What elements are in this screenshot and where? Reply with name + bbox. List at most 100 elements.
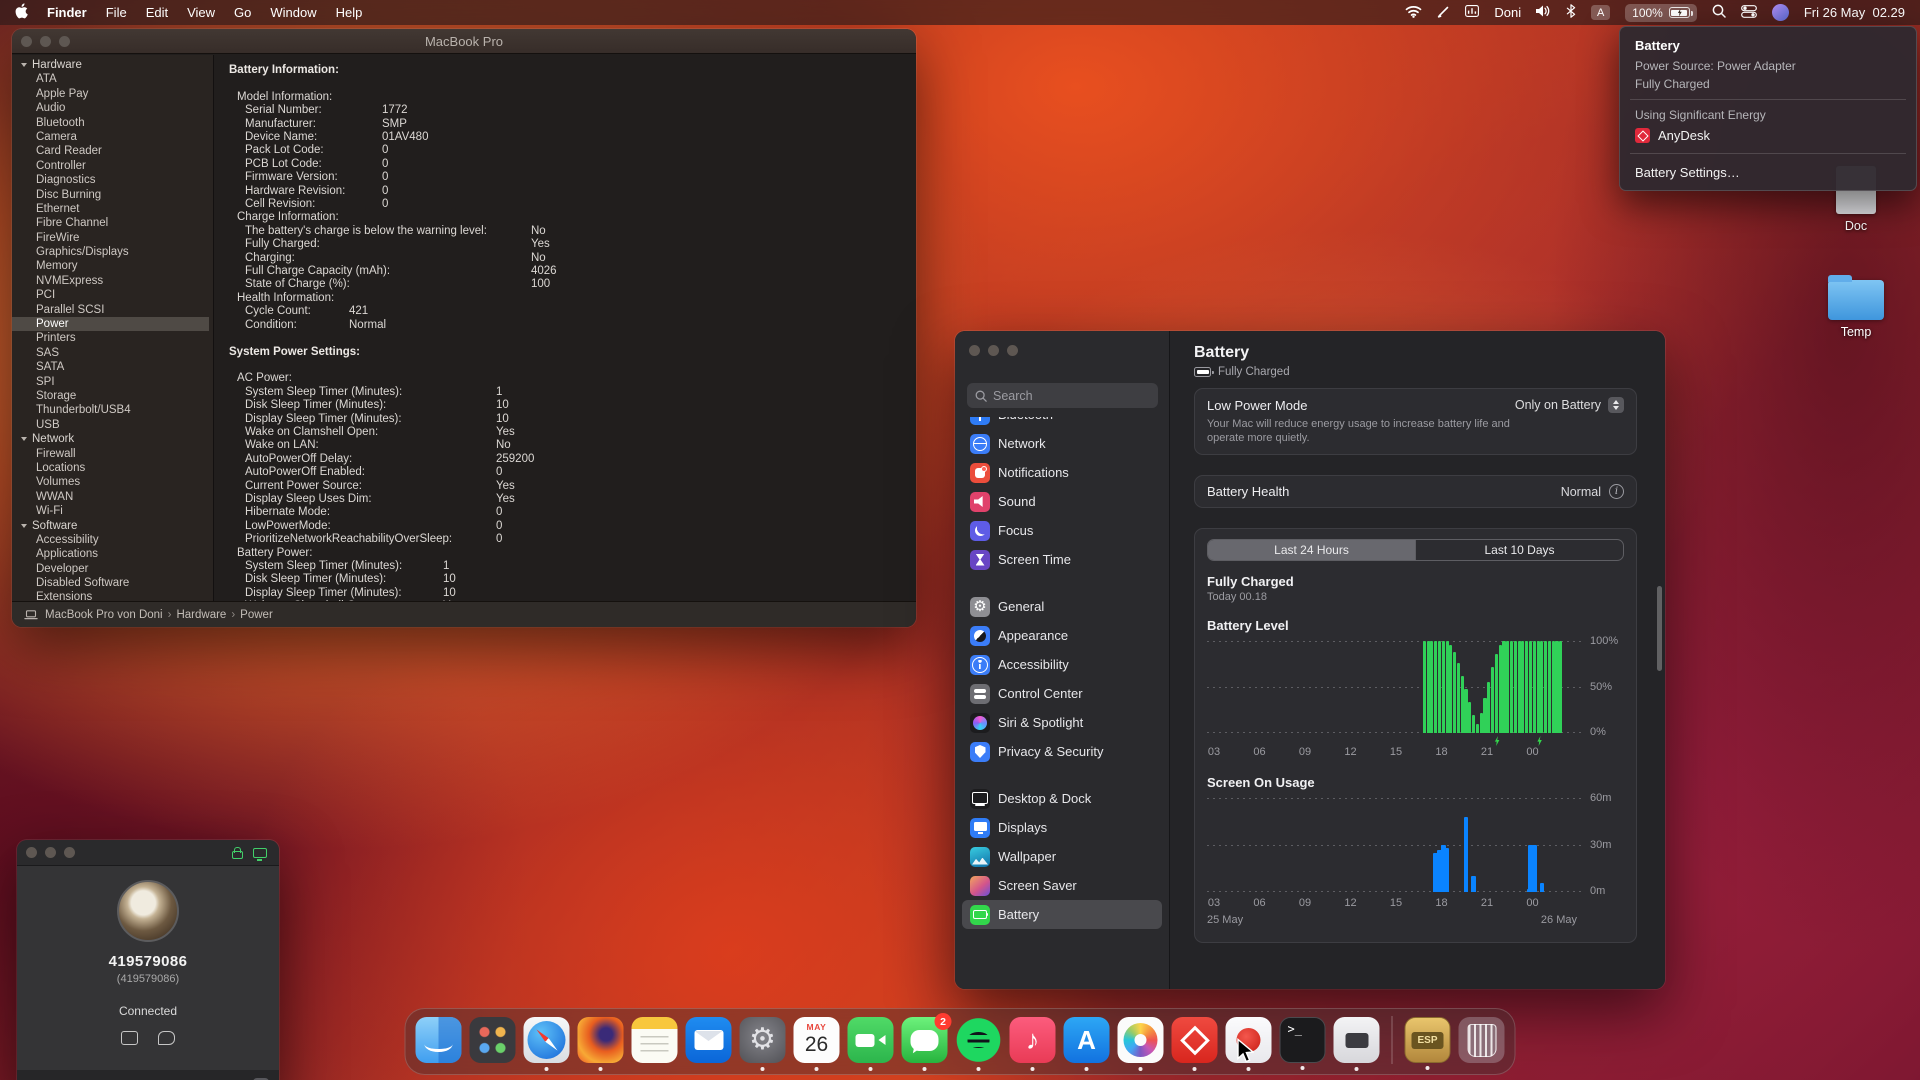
settings-item-displays[interactable]: Displays	[962, 813, 1162, 842]
menu-item-anydesk[interactable]: AnyDesk	[1620, 124, 1916, 147]
settings-item-appearance[interactable]: Appearance	[962, 621, 1162, 650]
settings-item-siri-spotlight[interactable]: Siri & Spotlight	[962, 708, 1162, 737]
settings-item-bluetooth[interactable]: Bluetooth	[962, 417, 1162, 429]
zoom-button[interactable]	[64, 847, 75, 858]
pen-icon[interactable]	[1437, 5, 1450, 21]
stats-icon[interactable]	[1465, 5, 1480, 20]
close-button[interactable]	[969, 345, 980, 356]
user-switcher[interactable]: Doni	[1494, 5, 1521, 20]
sysinfo-group-network[interactable]: Network	[12, 432, 209, 446]
sysinfo-item-volumes[interactable]: Volumes	[12, 475, 209, 489]
dock-photos[interactable]	[1117, 1017, 1164, 1071]
settings-item-wallpaper[interactable]: Wallpaper	[962, 842, 1162, 871]
menu-go[interactable]: Go	[234, 5, 251, 20]
dock-system-settings[interactable]	[739, 1017, 786, 1071]
settings-item-screen-saver[interactable]: Screen Saver	[962, 871, 1162, 900]
disclosure-triangle-icon[interactable]	[21, 437, 27, 442]
sysinfo-item-firewall[interactable]: Firewall	[12, 447, 209, 461]
dock-facetime[interactable]	[847, 1017, 894, 1071]
settings-item-battery[interactable]: Battery	[962, 900, 1162, 929]
sysinfo-item-controller[interactable]: Controller	[12, 159, 209, 173]
sysinfo-item-accessibility[interactable]: Accessibility	[12, 533, 209, 547]
sysinfo-item-disabled-software[interactable]: Disabled Software	[12, 576, 209, 590]
settings-item-sound[interactable]: Sound	[962, 487, 1162, 516]
sysinfo-item-sas[interactable]: SAS	[12, 346, 209, 360]
sysinfo-item-storage[interactable]: Storage	[12, 389, 209, 403]
apple-menu-icon[interactable]	[15, 3, 28, 22]
control-center-icon[interactable]	[1740, 4, 1757, 21]
minimize-button[interactable]	[40, 35, 51, 47]
desktop-icon-temp[interactable]: Temp	[1816, 272, 1896, 339]
settings-item-general[interactable]: General	[962, 592, 1162, 621]
dock-notes[interactable]	[631, 1017, 678, 1063]
dock-launchpad[interactable]	[469, 1017, 516, 1063]
sysinfo-item-ata[interactable]: ATA	[12, 72, 209, 86]
permission-profile-select[interactable]: Default	[17, 1070, 279, 1080]
sysinfo-item-firewire[interactable]: FireWire	[12, 231, 209, 245]
sysinfo-item-developer[interactable]: Developer	[12, 562, 209, 576]
settings-item-screen-time[interactable]: Screen Time	[962, 545, 1162, 574]
sysinfo-item-audio[interactable]: Audio	[12, 101, 209, 115]
sysinfo-item-wi-fi[interactable]: Wi-Fi	[12, 504, 209, 518]
sysinfo-titlebar[interactable]: MacBook Pro	[12, 29, 916, 54]
minimize-button[interactable]	[45, 847, 56, 858]
settings-item-privacy-security[interactable]: Privacy & Security	[962, 737, 1162, 766]
zoom-button[interactable]	[1007, 345, 1018, 356]
menu-view[interactable]: View	[187, 5, 215, 20]
sysinfo-item-thunderbolt-usb4[interactable]: Thunderbolt/USB4	[12, 403, 209, 417]
settings-item-desktop-dock[interactable]: Desktop & Dock	[962, 784, 1162, 813]
minimize-button[interactable]	[988, 345, 999, 356]
sysinfo-item-pci[interactable]: PCI	[12, 288, 209, 302]
sysinfo-group-hardware[interactable]: Hardware	[12, 58, 209, 72]
settings-item-focus[interactable]: Focus	[962, 516, 1162, 545]
sysinfo-item-fibre-channel[interactable]: Fibre Channel	[12, 216, 209, 230]
sysinfo-item-power[interactable]: Power	[12, 317, 209, 332]
settings-item-network[interactable]: Network	[962, 429, 1162, 458]
bluetooth-icon[interactable]	[1566, 4, 1576, 21]
menu-window[interactable]: Window	[270, 5, 316, 20]
dock-music[interactable]	[1009, 1017, 1056, 1071]
active-app-menu[interactable]: Finder	[47, 5, 87, 20]
sysinfo-item-nvmexpress[interactable]: NVMExpress	[12, 274, 209, 288]
dock-app-store[interactable]	[1063, 1017, 1110, 1071]
tab-last-10-days[interactable]: Last 10 Days	[1416, 540, 1623, 560]
battery-menu-extra[interactable]: 100%	[1625, 3, 1697, 22]
sysinfo-item-spi[interactable]: SPI	[12, 375, 209, 389]
search-input[interactable]: Search	[967, 383, 1158, 408]
dock-finder[interactable]	[415, 1017, 462, 1063]
sysinfo-group-software[interactable]: Software	[12, 519, 209, 533]
spotlight-icon[interactable]	[1712, 4, 1726, 21]
sysinfo-item-wwan[interactable]: WWAN	[12, 490, 209, 504]
sysinfo-item-memory[interactable]: Memory	[12, 259, 209, 273]
dock-trash[interactable]	[1458, 1017, 1505, 1063]
settings-item-notifications[interactable]: Notifications	[962, 458, 1162, 487]
sysinfo-item-disc-burning[interactable]: Disc Burning	[12, 188, 209, 202]
disclosure-triangle-icon[interactable]	[21, 523, 27, 528]
breadcrumb-item[interactable]: Hardware	[176, 609, 226, 621]
info-icon[interactable]: i	[1609, 484, 1624, 499]
dock-anydesk[interactable]	[1171, 1017, 1218, 1071]
dock-safari[interactable]	[523, 1017, 570, 1071]
low-power-mode-select[interactable]: Only on Battery	[1515, 397, 1624, 413]
dock-firefox[interactable]	[577, 1017, 624, 1071]
sysinfo-item-sata[interactable]: SATA	[12, 360, 209, 374]
dock-mail[interactable]	[685, 1017, 732, 1063]
menu-file[interactable]: File	[106, 5, 127, 20]
volume-icon[interactable]	[1536, 5, 1551, 20]
dock-terminal[interactable]: >_	[1279, 1017, 1326, 1070]
input-source-icon[interactable]: A	[1591, 5, 1611, 20]
sysinfo-item-ethernet[interactable]: Ethernet	[12, 202, 209, 216]
breadcrumb-item[interactable]: Power	[240, 609, 273, 621]
settings-item-control-center[interactable]: Control Center	[962, 679, 1162, 708]
close-button[interactable]	[26, 847, 37, 858]
zoom-button[interactable]	[59, 35, 70, 47]
menu-edit[interactable]: Edit	[146, 5, 168, 20]
dropdown-stepper-icon[interactable]	[1608, 397, 1624, 413]
sysinfo-item-card-reader[interactable]: Card Reader	[12, 144, 209, 158]
sysinfo-item-parallel-scsi[interactable]: Parallel SCSI	[12, 303, 209, 317]
menu-bar-clock[interactable]: Fri 26 May 02.29	[1804, 5, 1905, 20]
settings-item-accessibility[interactable]: Accessibility	[962, 650, 1162, 679]
user-avatar-icon[interactable]	[1771, 4, 1789, 21]
file-transfer-icon[interactable]	[121, 1031, 138, 1045]
menu-item-battery-settings[interactable]: Battery Settings…	[1620, 160, 1916, 182]
